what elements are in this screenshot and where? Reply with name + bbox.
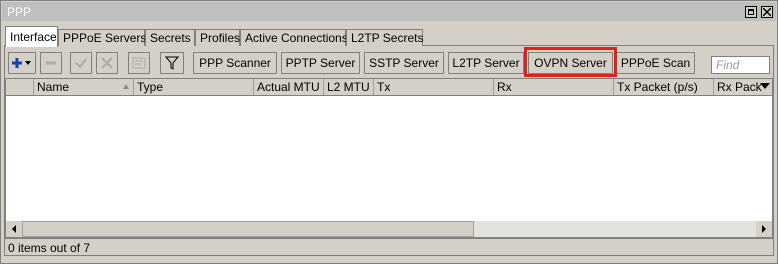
tab-l2tp-secrets[interactable]: L2TP Secrets — [346, 29, 423, 46]
restore-button[interactable] — [745, 6, 757, 18]
pptp-server-button[interactable]: PPTP Server — [281, 52, 360, 74]
column-header-name[interactable]: Name — [34, 79, 134, 95]
comment-button[interactable] — [128, 52, 150, 74]
tab-secrets[interactable]: Secrets — [145, 29, 195, 46]
ppp-scanner-button[interactable]: PPP Scanner — [193, 52, 277, 74]
ovpn-server-button[interactable]: OVPN Server — [528, 52, 613, 74]
add-button[interactable] — [8, 52, 36, 74]
find-input[interactable]: Find — [711, 56, 770, 74]
title-bar[interactable]: PPP — [2, 2, 776, 21]
filter-icon — [165, 56, 179, 70]
disable-button[interactable] — [96, 52, 118, 74]
column-menu-icon[interactable] — [760, 83, 770, 89]
sstp-server-button[interactable]: SSTP Server — [364, 52, 444, 74]
tab-active-connections[interactable]: Active Connections — [240, 29, 348, 46]
column-header-rx[interactable]: Rx — [494, 79, 614, 95]
status-bar: 0 items out of 7 — [5, 238, 773, 256]
scroll-thumb[interactable] — [22, 221, 474, 237]
tab-profiles[interactable]: Profiles — [195, 29, 240, 46]
close-button[interactable] — [761, 6, 773, 18]
column-header-type[interactable]: Type — [134, 79, 254, 95]
filter-button[interactable] — [160, 52, 184, 74]
l2tp-server-button[interactable]: L2TP Server — [448, 52, 524, 74]
window-title: PPP — [7, 5, 32, 19]
enable-button[interactable] — [70, 52, 92, 74]
tab-interface[interactable]: Interface — [5, 26, 58, 47]
column-name-label: Name — [37, 80, 70, 94]
interface-table: Name Type Actual MTU L2 MTU Tx Rx Tx Pac… — [5, 78, 773, 238]
close-icon — [763, 8, 771, 16]
scroll-left-button[interactable] — [6, 221, 22, 237]
column-header-rx-packet[interactable]: Rx Pack — [714, 79, 772, 95]
arrow-left-icon — [12, 225, 16, 233]
enable-icon — [75, 58, 87, 69]
column-header-actual-mtu[interactable]: Actual MTU — [254, 79, 324, 95]
comment-icon — [132, 57, 146, 69]
tab-pppoe-servers[interactable]: PPPoE Servers — [58, 29, 146, 46]
horizontal-scrollbar[interactable] — [6, 221, 772, 237]
scroll-right-button[interactable] — [756, 221, 772, 237]
remove-icon — [46, 61, 56, 65]
sort-ascending-icon — [123, 84, 129, 89]
column-header-blank[interactable] — [6, 79, 34, 95]
arrow-right-icon — [762, 225, 766, 233]
column-rx-packet-label: Rx Pack — [717, 80, 762, 94]
disable-icon — [101, 57, 113, 69]
table-header: Name Type Actual MTU L2 MTU Tx Rx Tx Pac… — [6, 79, 772, 96]
add-icon — [12, 58, 31, 68]
pppoe-scan-button[interactable]: PPPoE Scan — [616, 52, 695, 74]
column-header-tx[interactable]: Tx — [374, 79, 494, 95]
column-header-tx-packet[interactable]: Tx Packet (p/s) — [614, 79, 714, 95]
remove-button[interactable] — [40, 52, 62, 74]
column-header-l2-mtu[interactable]: L2 MTU — [324, 79, 374, 95]
